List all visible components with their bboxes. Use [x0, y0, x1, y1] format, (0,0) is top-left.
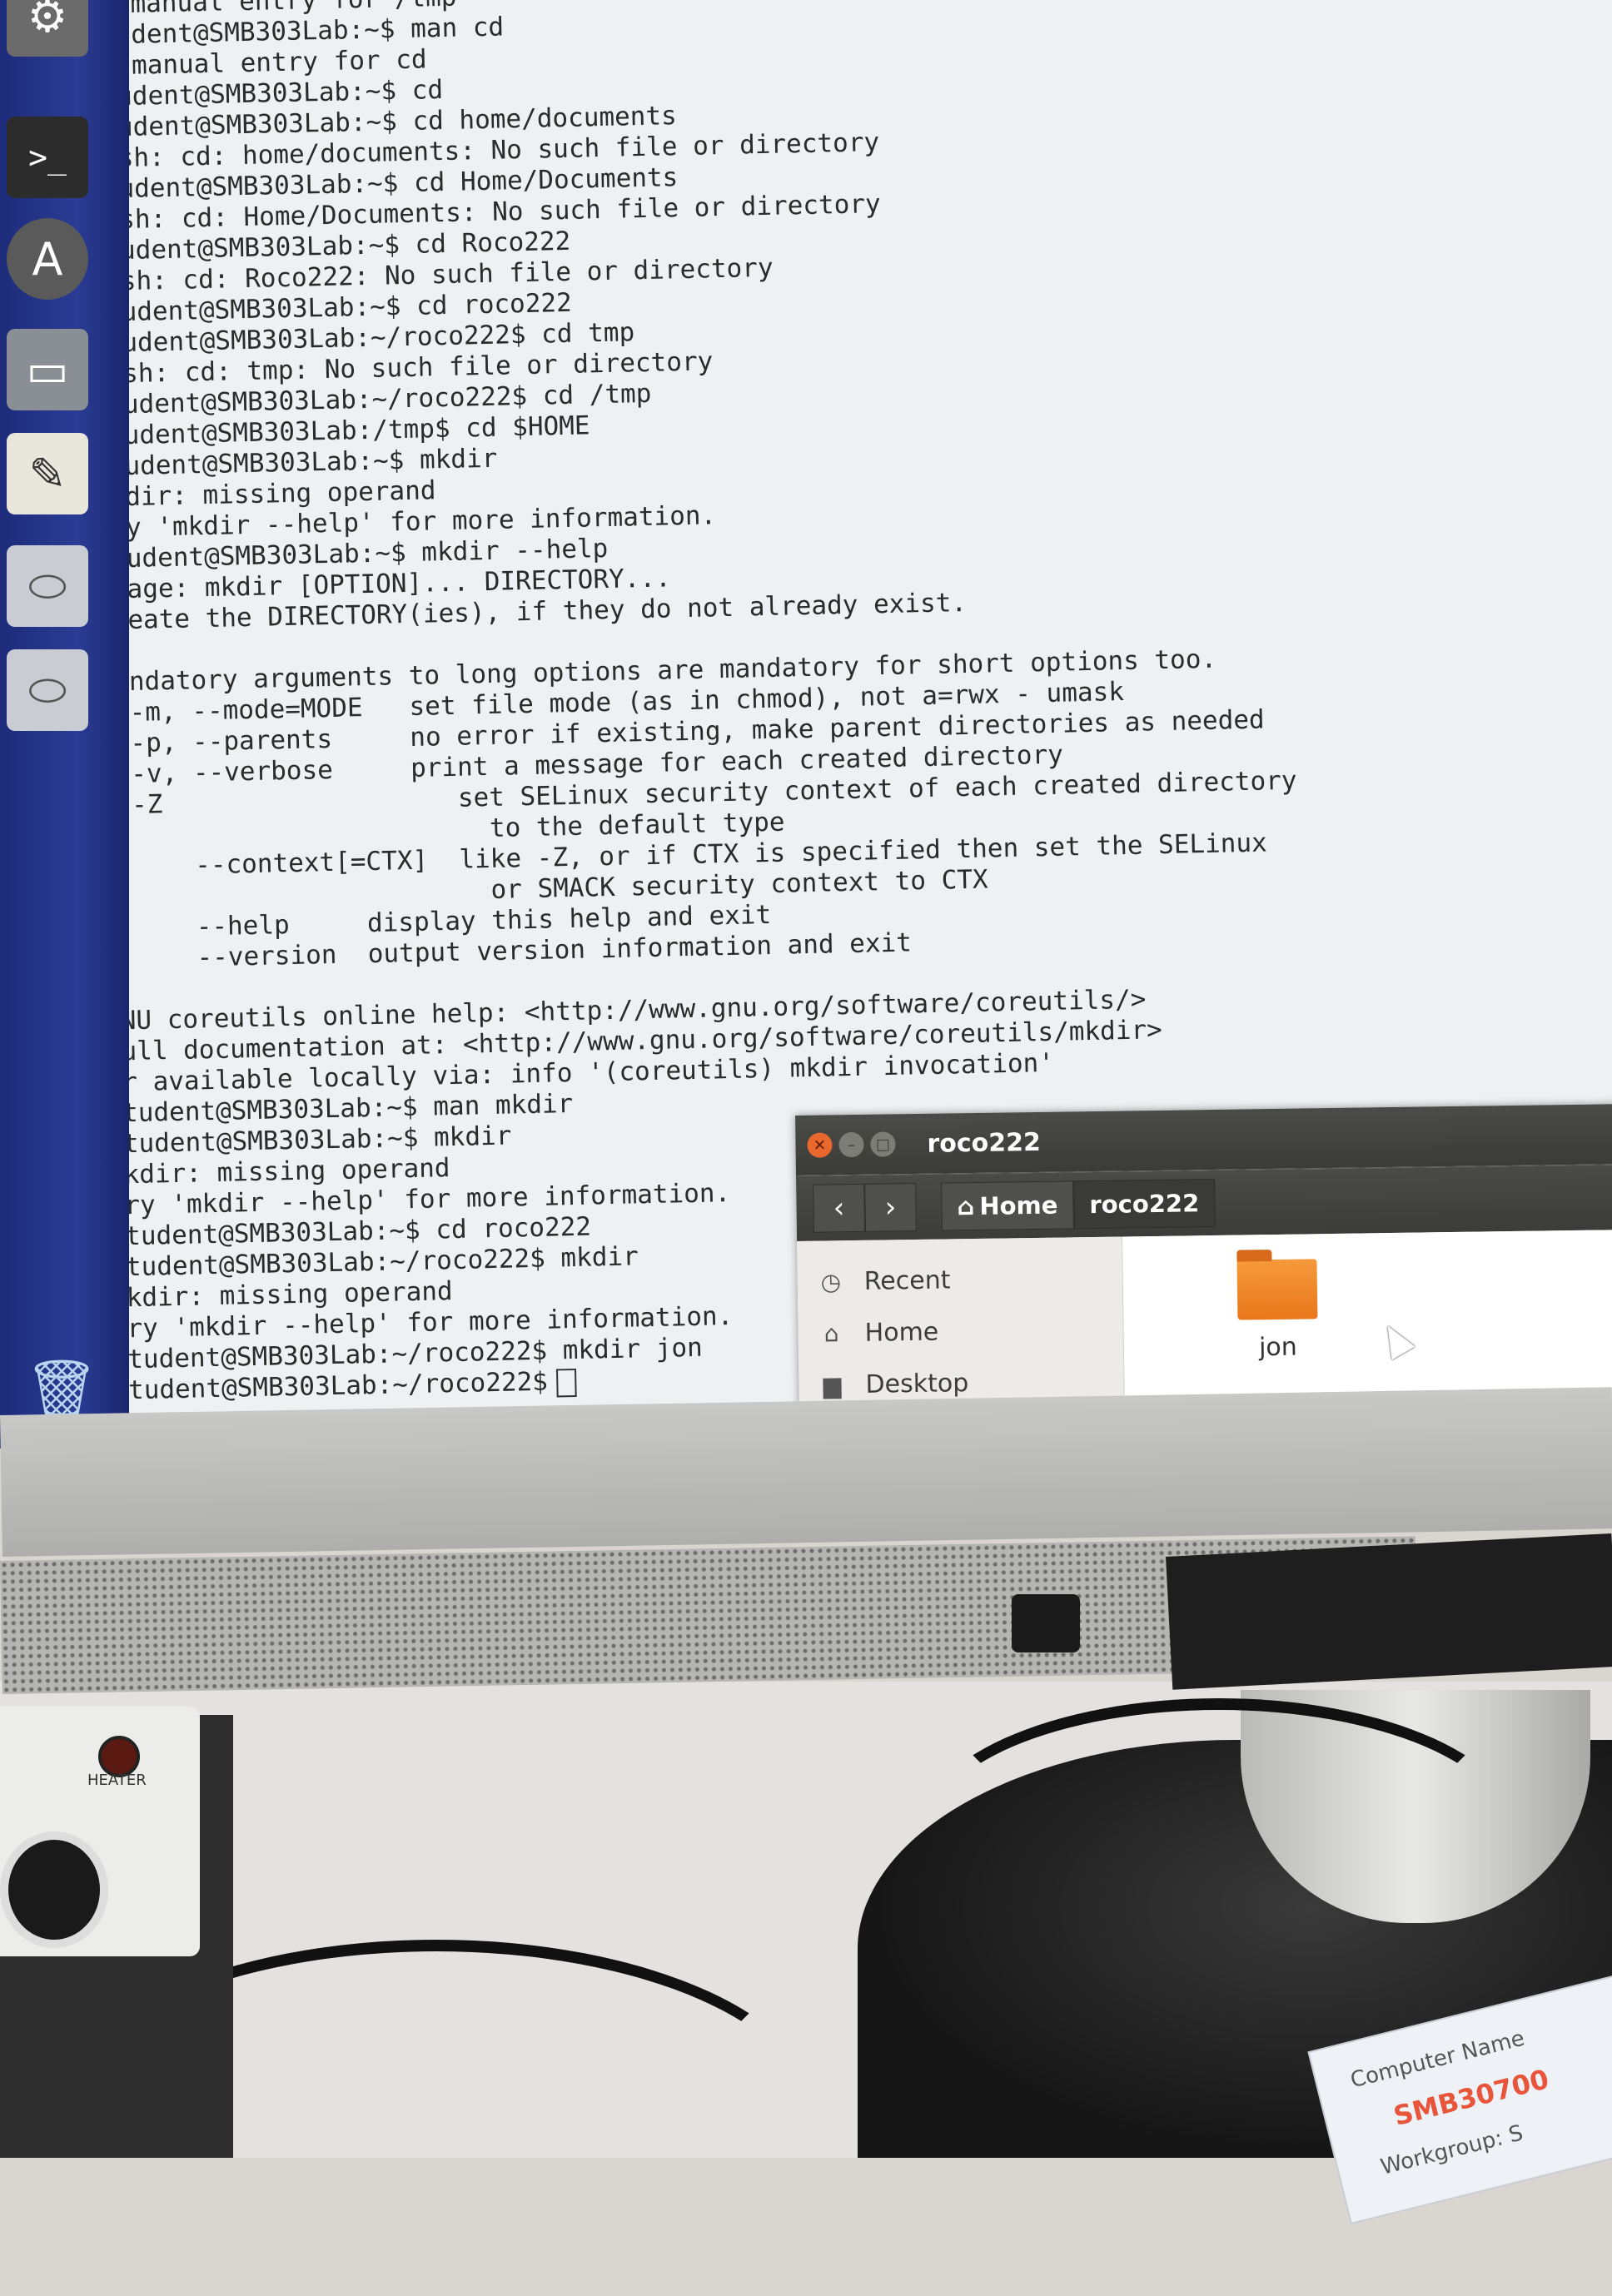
file-manager-toolbar: ‹ › ⌂ Home roco222	[796, 1164, 1612, 1241]
disk-drive-icon[interactable]: ⬭	[7, 545, 88, 627]
window-titlebar[interactable]: ✕ – □ roco222	[795, 1104, 1612, 1175]
folder-item[interactable]: jon	[1235, 1259, 1320, 1362]
software-updater-icon[interactable]: A	[7, 218, 88, 300]
breadcrumb-current[interactable]: roco222	[1072, 1178, 1216, 1230]
clock-icon: ◷	[820, 1267, 842, 1296]
forward-button[interactable]: ›	[864, 1182, 917, 1232]
chevron-left-icon: ‹	[833, 1191, 845, 1225]
settings-gear-icon[interactable]: ⚙	[7, 0, 88, 57]
heater-label: HEATER	[87, 1772, 147, 1789]
home-icon: ⌂	[823, 1319, 839, 1348]
cable-2	[916, 1698, 1522, 1971]
maximize-button[interactable]: □	[870, 1131, 896, 1157]
breadcrumb-home[interactable]: ⌂ Home	[941, 1180, 1074, 1231]
archive-manager-icon[interactable]: ▭	[7, 329, 88, 410]
sidebar-item-recent[interactable]: ◷ Recent	[797, 1252, 1122, 1308]
window-title: roco222	[927, 1127, 1042, 1159]
monitor-shadow	[1166, 1533, 1612, 1690]
monitor-bezel	[0, 1387, 1612, 1557]
disk-drive-icon-2[interactable]: ⬭	[7, 649, 88, 731]
desktop-icon: ▆	[823, 1370, 842, 1399]
sidebar-item-home[interactable]: ⌂ Home	[798, 1304, 1123, 1359]
control-knob	[0, 1831, 108, 1948]
text-editor-icon[interactable]: ✎	[7, 433, 88, 514]
folder-icon	[1236, 1259, 1318, 1320]
breadcrumb: ⌂ Home roco222	[941, 1178, 1216, 1231]
back-button[interactable]: ‹	[813, 1183, 865, 1233]
terminal-icon[interactable]: >_	[7, 117, 88, 198]
unity-launcher: ⚙ >_ A ▭ ✎ ⬭ ⬭ 🗑	[0, 0, 129, 1449]
text-cursor	[555, 1368, 577, 1397]
close-button[interactable]: ✕	[807, 1132, 833, 1158]
minimize-button[interactable]: –	[838, 1131, 864, 1158]
chevron-right-icon: ›	[884, 1190, 897, 1225]
folder-label: jon	[1258, 1332, 1298, 1363]
home-icon: ⌂	[957, 1192, 975, 1221]
webcam	[1012, 1594, 1080, 1652]
monitor-screen: No manual entry for /tmp student@SMB303La…	[0, 0, 1612, 1449]
